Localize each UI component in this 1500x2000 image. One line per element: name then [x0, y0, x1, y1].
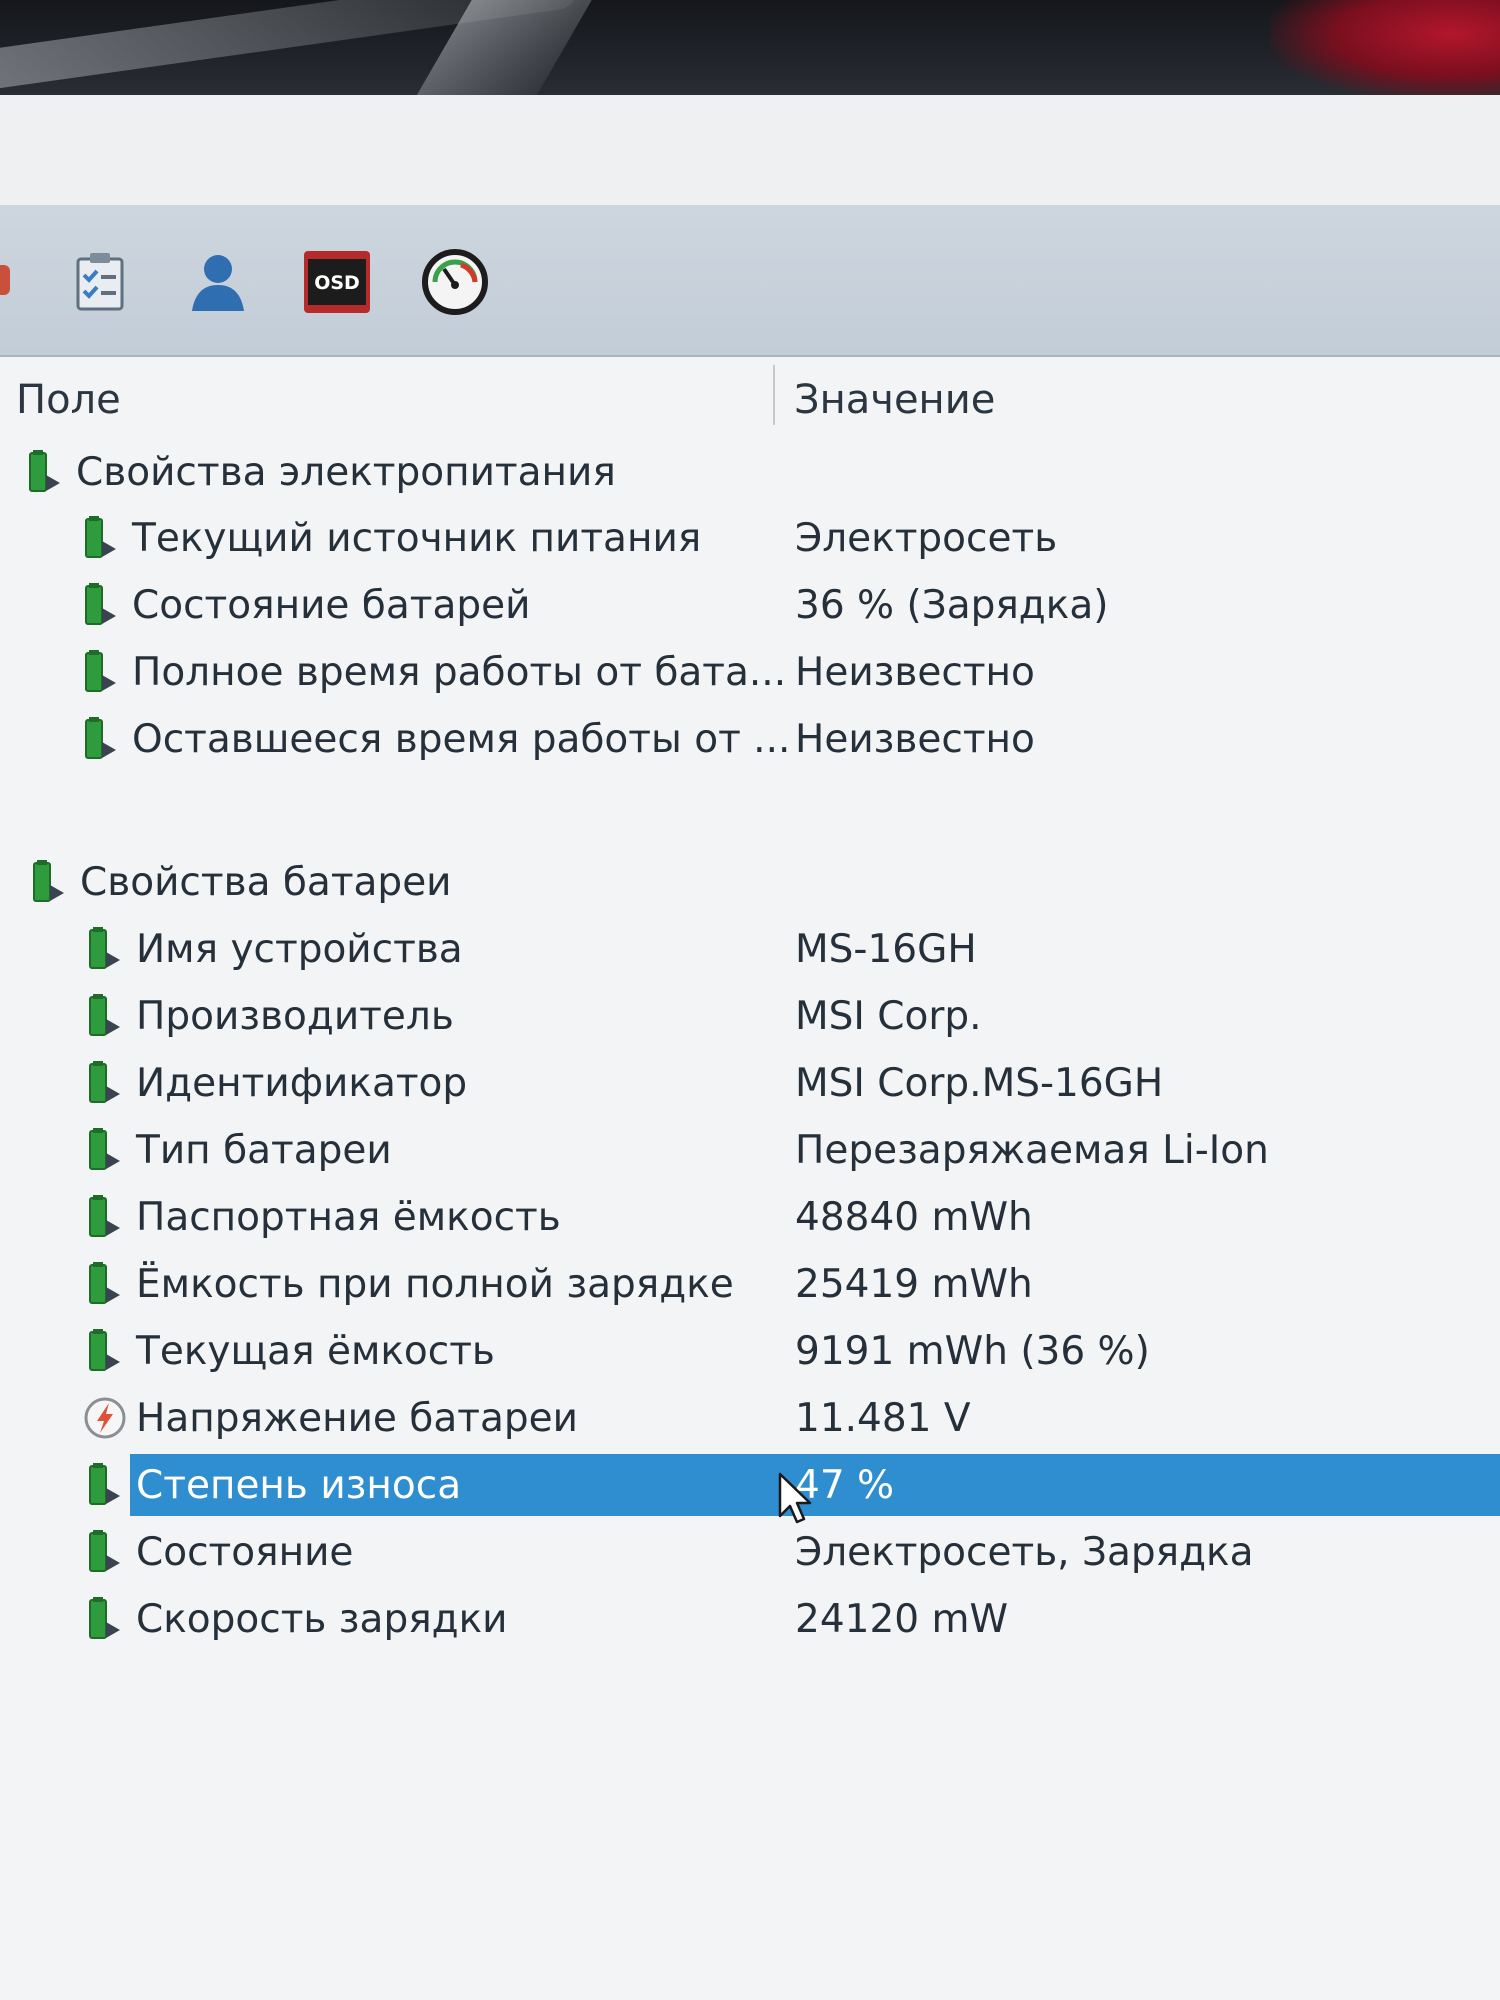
group-row-power[interactable]: Свойства электропитания	[0, 437, 1500, 503]
properties-list: Поле Значение Свойства электропитания Те…	[0, 357, 1500, 2000]
table-row[interactable]: Текущий источник питания Электросеть	[0, 503, 1500, 569]
battery-icon	[89, 1463, 120, 1505]
field-value: Перезаряжаемая Li-Ion	[795, 1127, 1269, 1173]
toolbar: OSD	[0, 205, 1500, 357]
field-value: 36 % (Зарядка)	[795, 582, 1109, 628]
battery-icon	[85, 650, 116, 692]
field-label: Производитель	[136, 993, 454, 1039]
field-value: Электросеть, Зарядка	[795, 1529, 1254, 1575]
field-label: Полное время работы от бата...	[132, 649, 787, 695]
field-label: Состояние	[136, 1529, 354, 1575]
monitor-bezel	[0, 0, 1500, 95]
field-label: Текущая ёмкость	[136, 1328, 495, 1374]
battery-icon	[89, 1128, 120, 1170]
battery-icon	[89, 927, 120, 969]
battery-icon	[85, 583, 116, 625]
table-row[interactable]: Идентификатор MSI Corp.MS-16GH	[0, 1048, 1500, 1114]
gauge-icon[interactable]	[418, 245, 492, 319]
field-value: 24120 mW	[795, 1596, 1009, 1642]
group-title: Свойства электропитания	[76, 449, 616, 495]
table-row[interactable]: Полное время работы от бата... Неизвестн…	[0, 637, 1500, 703]
table-row[interactable]: Скорость зарядки 24120 mW	[0, 1584, 1500, 1650]
field-label: Текущий источник питания	[132, 515, 702, 561]
field-value: 25419 mWh	[795, 1261, 1033, 1307]
field-label: Состояние батарей	[132, 582, 531, 628]
table-row[interactable]: Текущая ёмкость 9191 mWh (36 %)	[0, 1316, 1500, 1382]
battery-icon	[89, 1195, 120, 1237]
field-label: Оставшееся время работы от ...	[132, 716, 791, 762]
table-row[interactable]: Тип батареи Перезаряжаемая Li-Ion	[0, 1115, 1500, 1181]
column-header-field[interactable]: Поле	[16, 377, 121, 423]
user-icon[interactable]	[180, 245, 254, 319]
battery-icon	[85, 717, 116, 759]
field-label: Идентификатор	[136, 1060, 468, 1106]
field-value: Неизвестно	[795, 716, 1035, 762]
column-header-value[interactable]: Значение	[794, 377, 995, 423]
mouse-cursor-icon	[778, 1472, 812, 1524]
table-row[interactable]: Состояние Электросеть, Зарядка	[0, 1517, 1500, 1583]
field-label: Имя устройства	[136, 926, 463, 972]
table-row[interactable]: Оставшееся время работы от ... Неизвестн…	[0, 704, 1500, 770]
field-label: Паспортная ёмкость	[136, 1194, 561, 1240]
field-value: 48840 mWh	[795, 1194, 1033, 1240]
table-row[interactable]: Производитель MSI Corp.	[0, 981, 1500, 1047]
field-value: 11.481 V	[795, 1395, 971, 1441]
battery-icon	[89, 1329, 120, 1371]
field-value: 9191 mWh (36 %)	[795, 1328, 1150, 1374]
battery-icon	[89, 1530, 120, 1572]
field-value: MSI Corp.	[795, 993, 982, 1039]
field-value: Электросеть	[795, 515, 1058, 561]
table-row[interactable]: Напряжение батареи 11.481 V	[0, 1383, 1500, 1449]
field-label: Ёмкость при полной зарядке	[136, 1261, 734, 1307]
group-row-battery[interactable]: Свойства батареи	[0, 847, 1500, 913]
field-label: Напряжение батареи	[136, 1395, 578, 1441]
table-row[interactable]: Ёмкость при полной зарядке 25419 mWh	[0, 1249, 1500, 1315]
table-row[interactable]: Паспортная ёмкость 48840 mWh	[0, 1182, 1500, 1248]
battery-icon	[89, 1061, 120, 1103]
battery-icon	[85, 516, 116, 558]
table-row-selected[interactable]: Степень износа 47 %	[0, 1450, 1500, 1516]
window-titlebar	[0, 95, 1500, 205]
battery-icon	[33, 860, 64, 902]
bezel-red-light	[1270, 0, 1500, 95]
field-label: Степень износа	[136, 1462, 462, 1508]
report-icon[interactable]	[64, 245, 138, 319]
group-title: Свойства батареи	[80, 859, 452, 905]
svg-text:OSD: OSD	[314, 272, 360, 294]
voltage-icon	[84, 1397, 126, 1439]
osd-icon[interactable]: OSD	[300, 245, 374, 319]
table-row[interactable]: Состояние батарей 36 % (Зарядка)	[0, 570, 1500, 636]
battery-icon	[29, 450, 60, 492]
field-value: MS-16GH	[795, 926, 977, 972]
field-label: Тип батареи	[136, 1127, 392, 1173]
battery-icon	[89, 1262, 120, 1304]
field-label: Скорость зарядки	[136, 1596, 508, 1642]
battery-icon	[89, 1597, 120, 1639]
field-value: MSI Corp.MS-16GH	[795, 1060, 1164, 1106]
column-separator[interactable]	[773, 365, 775, 425]
toolbar-edge-icon	[0, 265, 10, 295]
battery-icon	[89, 994, 120, 1036]
field-value: Неизвестно	[795, 649, 1035, 695]
table-row[interactable]: Имя устройства MS-16GH	[0, 914, 1500, 980]
